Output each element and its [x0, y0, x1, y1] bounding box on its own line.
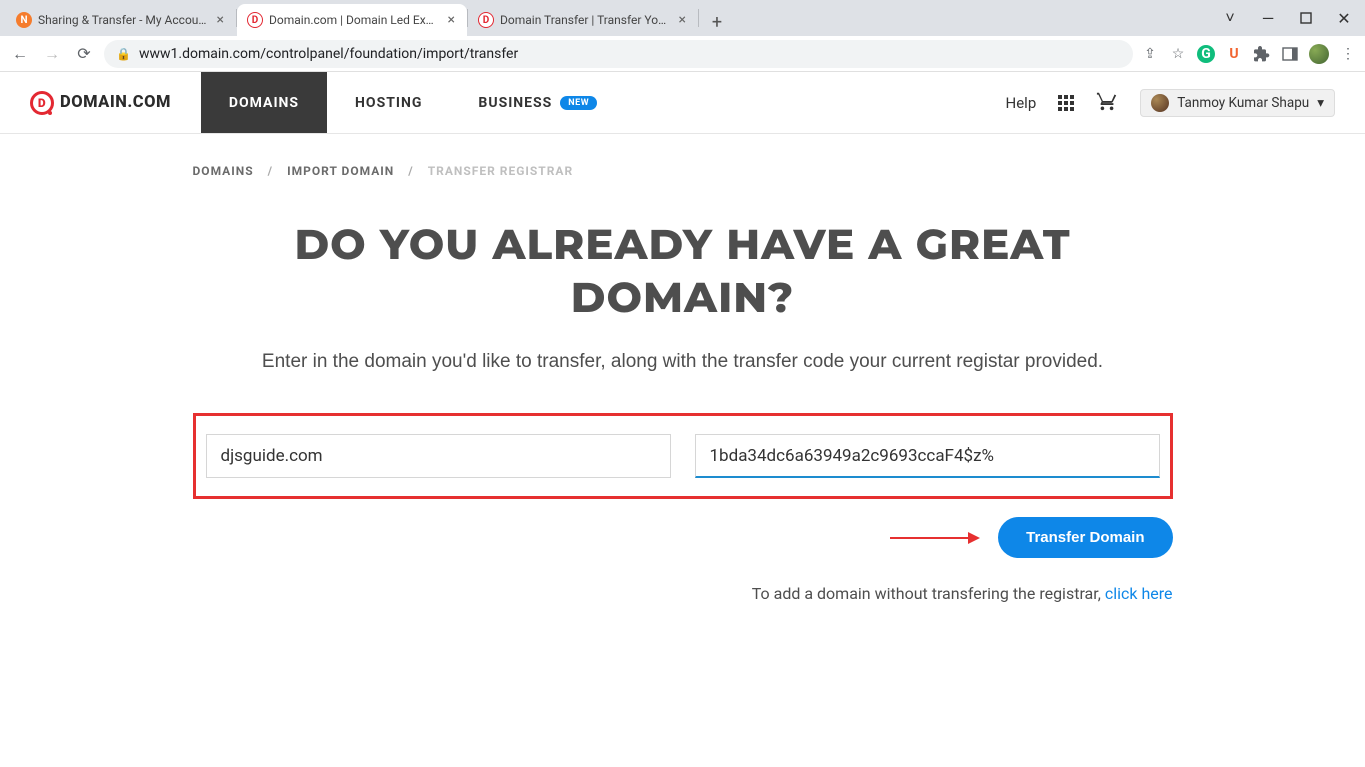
- side-panel-icon[interactable]: [1281, 45, 1299, 63]
- extension-grammarly-icon[interactable]: G: [1197, 45, 1215, 63]
- site-header: D DOMAIN.COM DOMAINS HOSTING BUSINESS NE…: [0, 72, 1365, 134]
- logo-mark-icon: D: [30, 91, 54, 115]
- favicon-icon: D: [247, 12, 263, 28]
- nav-business[interactable]: BUSINESS NEW: [450, 72, 625, 133]
- helper-text: To add a domain without transfering the …: [193, 584, 1173, 603]
- reload-icon[interactable]: ⟳: [72, 44, 96, 63]
- page-subhead: Enter in the domain you'd like to transf…: [193, 347, 1173, 377]
- user-avatar-icon: [1151, 94, 1169, 112]
- new-badge: NEW: [560, 96, 597, 110]
- user-menu[interactable]: Tanmoy Kumar Shapu ▾: [1140, 89, 1335, 117]
- close-icon[interactable]: ×: [677, 12, 688, 28]
- share-icon[interactable]: ⇪: [1141, 45, 1159, 63]
- logo-text: DOMAIN.COM: [60, 93, 171, 112]
- nav-hosting[interactable]: HOSTING: [327, 72, 450, 133]
- transfer-form-highlight: [193, 413, 1173, 499]
- browser-tab-1[interactable]: D Domain.com | Domain Led Exper ×: [237, 4, 467, 36]
- breadcrumb-item[interactable]: DOMAINS: [193, 164, 254, 178]
- window-controls: ˅ — ✕: [1215, 0, 1365, 36]
- help-link[interactable]: Help: [1006, 94, 1037, 112]
- chevron-down-icon[interactable]: ˅: [1215, 8, 1245, 28]
- apps-grid-icon[interactable]: [1058, 95, 1074, 111]
- browser-tab-0[interactable]: N Sharing & Transfer - My Account ×: [6, 4, 236, 36]
- back-icon[interactable]: ←: [8, 44, 32, 64]
- chevron-down-icon: ▾: [1317, 95, 1324, 111]
- close-window-icon[interactable]: ✕: [1329, 9, 1359, 28]
- page-title: DO YOU ALREADY HAVE A GREAT DOMAIN?: [193, 218, 1173, 323]
- domain-input[interactable]: [206, 434, 671, 478]
- extensions-icon[interactable]: [1253, 45, 1271, 63]
- click-here-link[interactable]: click here: [1105, 584, 1173, 603]
- user-name: Tanmoy Kumar Shapu: [1177, 95, 1309, 111]
- tab-strip: N Sharing & Transfer - My Account × D Do…: [0, 0, 1365, 36]
- lock-icon: 🔒: [116, 47, 131, 61]
- tab-title: Domain.com | Domain Led Exper: [269, 13, 440, 27]
- new-tab-button[interactable]: +: [703, 8, 731, 36]
- maximize-icon[interactable]: [1291, 9, 1321, 28]
- nav-domains[interactable]: DOMAINS: [201, 72, 327, 133]
- main-nav: DOMAINS HOSTING BUSINESS NEW: [201, 72, 625, 133]
- browser-tab-2[interactable]: D Domain Transfer | Transfer Your D ×: [468, 4, 698, 36]
- forward-icon: →: [40, 44, 64, 64]
- tab-title: Domain Transfer | Transfer Your D: [500, 13, 671, 27]
- tab-title: Sharing & Transfer - My Account: [38, 13, 209, 27]
- favicon-icon: D: [478, 12, 494, 28]
- breadcrumb: DOMAINS / IMPORT DOMAIN / TRANSFER REGIS…: [193, 164, 1173, 178]
- cart-icon[interactable]: [1096, 90, 1118, 116]
- close-icon[interactable]: ×: [215, 12, 226, 28]
- annotation-arrow-icon: [888, 529, 980, 547]
- extension-ublock-icon[interactable]: U: [1225, 45, 1243, 63]
- profile-avatar-icon[interactable]: [1309, 44, 1329, 64]
- close-icon[interactable]: ×: [446, 12, 457, 28]
- breadcrumb-current: TRANSFER REGISTRAR: [428, 164, 573, 178]
- transfer-domain-button[interactable]: Transfer Domain: [998, 517, 1172, 558]
- url-text: www1.domain.com/controlpanel/foundation/…: [139, 46, 518, 62]
- minimize-icon[interactable]: —: [1253, 9, 1283, 28]
- address-bar[interactable]: 🔒 www1.domain.com/controlpanel/foundatio…: [104, 40, 1133, 68]
- browser-chrome: N Sharing & Transfer - My Account × D Do…: [0, 0, 1365, 72]
- star-icon[interactable]: ☆: [1169, 45, 1187, 63]
- kebab-menu-icon[interactable]: ⋮: [1339, 45, 1357, 63]
- browser-toolbar: ← → ⟳ 🔒 www1.domain.com/controlpanel/fou…: [0, 36, 1365, 72]
- breadcrumb-item[interactable]: IMPORT DOMAIN: [287, 164, 394, 178]
- transfer-code-input[interactable]: [695, 434, 1160, 478]
- favicon-icon: N: [16, 12, 32, 28]
- site-logo[interactable]: D DOMAIN.COM: [30, 72, 171, 133]
